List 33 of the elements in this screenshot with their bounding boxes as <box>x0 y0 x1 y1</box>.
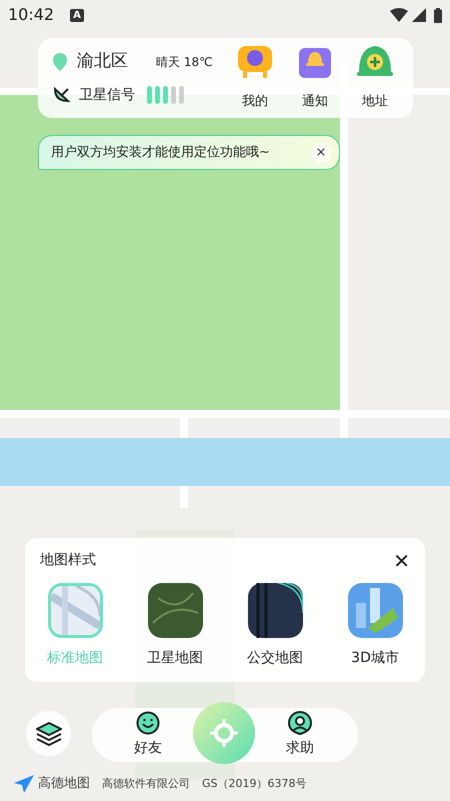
road <box>180 486 188 508</box>
action-button[interactable]: 通知 <box>285 42 345 112</box>
friends-button[interactable]: 好友 <box>125 711 171 759</box>
standard-map-thumbnail <box>50 586 100 635</box>
map-style-option[interactable]: 3D城市 <box>335 583 415 669</box>
close-button[interactable]: ✕ <box>393 550 410 570</box>
city-3d-thumbnail <box>348 583 402 638</box>
notification-badge: A <box>70 8 84 22</box>
paper-plane-icon <box>14 774 34 793</box>
battery-icon <box>434 8 442 22</box>
company-text: 高德软件有限公司 <box>102 776 190 792</box>
toast-text: 用户双方均安装才能使用定位功能哦~ <box>51 144 270 162</box>
action-button[interactable]: 我的 <box>225 42 285 112</box>
license-text: GS（2019）6378号 <box>202 776 306 792</box>
help-button[interactable]: 求助 <box>277 711 323 759</box>
satellite-map-thumbnail <box>148 583 202 638</box>
wifi-icon <box>390 8 408 22</box>
map-style-option[interactable]: 卫星地图 <box>135 583 215 669</box>
status-time: 10:42 <box>8 4 54 26</box>
map-style-option[interactable]: 公交地图 <box>235 583 315 669</box>
satellite-dish-icon <box>53 86 71 104</box>
location-pin-icon <box>53 53 67 71</box>
signal-label: 卫星信号 <box>79 86 135 104</box>
action-button[interactable]: 地址 <box>345 42 405 112</box>
cell-signal-icon <box>412 8 426 22</box>
layers-icon <box>36 722 62 746</box>
weather-text: 晴天 18℃ <box>156 54 213 71</box>
transit-map-thumbnail <box>248 583 302 638</box>
close-button[interactable]: × <box>311 142 331 162</box>
crosshair-icon <box>210 719 238 747</box>
panel-title: 地图样式 <box>40 551 96 570</box>
district-label: 渝北区 <box>77 50 128 74</box>
map-logo-text: 高德地图 <box>38 775 90 793</box>
